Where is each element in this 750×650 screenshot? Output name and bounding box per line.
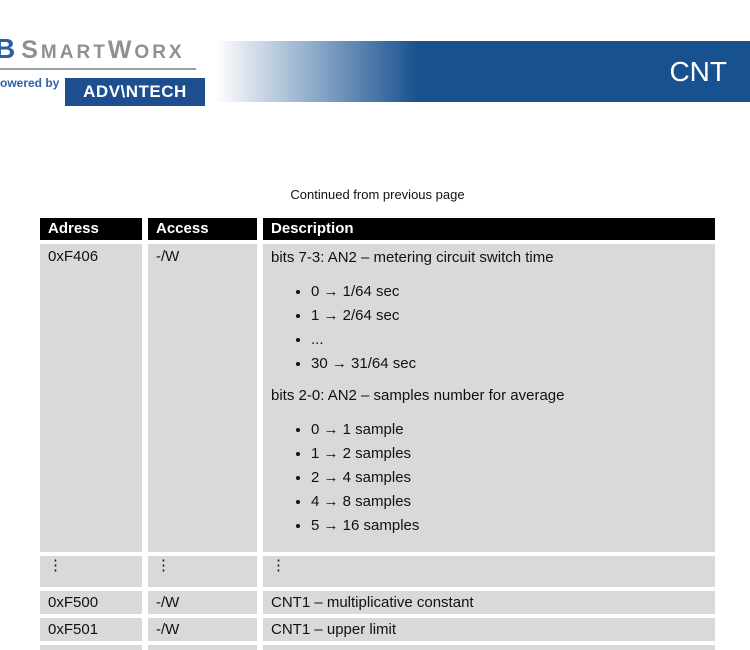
powered-by-label: owered by bbox=[0, 76, 59, 90]
brand-text: S bbox=[21, 36, 41, 64]
page-title: CNT bbox=[669, 41, 727, 102]
continued-note: Continued from previous page bbox=[34, 187, 721, 202]
brand-text: W bbox=[108, 36, 135, 64]
list-item: 30 → 31/64 sec bbox=[311, 352, 707, 376]
description-cell: CNT1 – upper limit bbox=[263, 618, 715, 641]
switch-time-list: 0 → 1/64 sec 1 → 2/64 sec ... 30 → 31/64… bbox=[271, 280, 707, 376]
column-header-address: Adress bbox=[40, 218, 142, 240]
smartworx-logo: BSMARTWORX bbox=[6, 33, 185, 65]
address-cell: 0xF502 bbox=[40, 645, 142, 650]
address-cell: ⋮ bbox=[40, 556, 142, 587]
list-item: 4 → 8 samples bbox=[311, 490, 707, 514]
list-item: 2 → 4 samples bbox=[311, 466, 707, 490]
description-cell: CNT1 – value of limit for output 1 bbox=[263, 645, 715, 650]
description-line: bits 7-3: AN2 – metering circuit switch … bbox=[271, 248, 707, 268]
access-cell: ⋮ bbox=[148, 556, 257, 587]
table-row: 0xF406 -/W bits 7-3: AN2 – metering circ… bbox=[40, 244, 715, 552]
column-header-access: Access bbox=[148, 218, 257, 240]
list-item: 1 → 2 samples bbox=[311, 442, 707, 466]
brand-b-letter: B bbox=[0, 33, 21, 65]
title-banner: CNT bbox=[215, 41, 750, 102]
table-row-ellipsis: ⋮ ⋮ ⋮ bbox=[40, 556, 715, 587]
document-page: BSMARTWORX owered by ADV\NTECH CNT Conti… bbox=[0, 0, 750, 650]
access-cell: -/W bbox=[148, 244, 257, 552]
description-cell: CNT1 – multiplicative constant bbox=[263, 591, 715, 614]
description-line: bits 2-0: AN2 – samples number for avera… bbox=[271, 386, 707, 406]
table-row: 0xF500 -/W CNT1 – multiplicative constan… bbox=[40, 591, 715, 614]
access-cell: -/W bbox=[148, 618, 257, 641]
column-header-description: Description bbox=[263, 218, 715, 240]
table-header-row: Adress Access Description bbox=[40, 218, 715, 240]
list-item: 0 → 1/64 sec bbox=[311, 280, 707, 304]
description-cell: ⋮ bbox=[263, 556, 715, 587]
list-item: 1 → 2/64 sec bbox=[311, 304, 707, 328]
address-cell: 0xF406 bbox=[40, 244, 142, 552]
list-item: 0 → 1 sample bbox=[311, 418, 707, 442]
samples-list: 0 → 1 sample 1 → 2 samples 2 → 4 samples… bbox=[271, 418, 707, 538]
table-row: 0xF502 -/W CNT1 – value of limit for out… bbox=[40, 645, 715, 650]
access-cell: -/W bbox=[148, 645, 257, 650]
brand-text: MART bbox=[41, 42, 108, 63]
register-table: Adress Access Description 0xF406 -/W bit… bbox=[34, 214, 721, 650]
description-cell: bits 7-3: AN2 – metering circuit switch … bbox=[263, 244, 715, 552]
list-item: 5 → 16 samples bbox=[311, 514, 707, 538]
address-cell: 0xF500 bbox=[40, 591, 142, 614]
advantech-logo: ADV\NTECH bbox=[65, 78, 205, 106]
access-cell: -/W bbox=[148, 591, 257, 614]
address-cell: 0xF501 bbox=[40, 618, 142, 641]
table-row: 0xF501 -/W CNT1 – upper limit bbox=[40, 618, 715, 641]
brand-text: ORX bbox=[134, 42, 184, 63]
list-item: ... bbox=[311, 328, 707, 352]
brand-divider bbox=[0, 68, 196, 70]
